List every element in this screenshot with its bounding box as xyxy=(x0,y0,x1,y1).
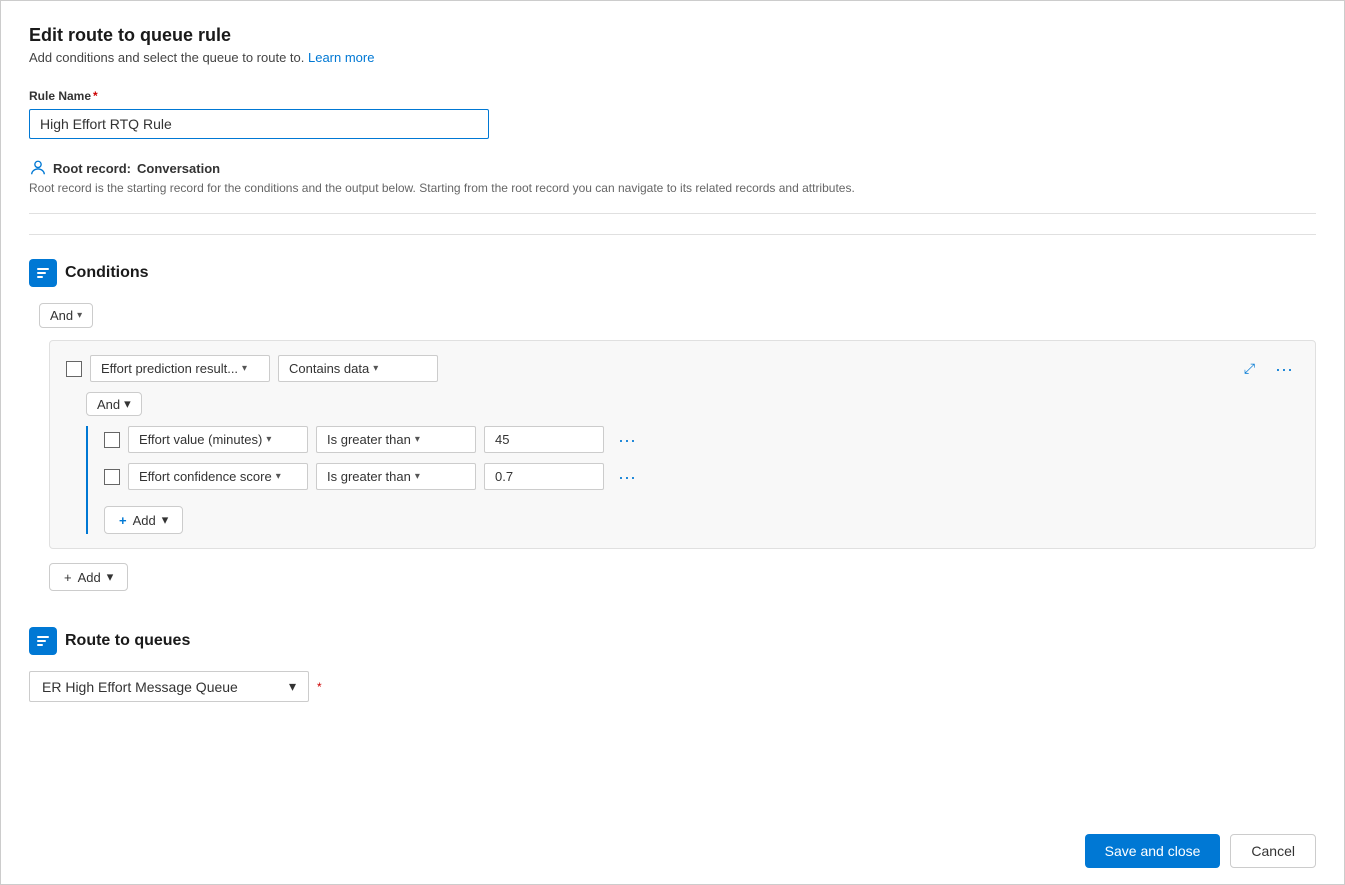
inner-conditions: Effort value (minutes) ▾ Is greater than… xyxy=(86,426,1299,534)
field2-chevron-icon: ▾ xyxy=(266,434,271,445)
route-to-queues-section: Route to queues ER High Effort Message Q… xyxy=(29,627,1316,702)
queue-chevron-icon: ▾ xyxy=(289,678,296,695)
required-star: * xyxy=(93,89,98,103)
field3-chevron-icon: ▾ xyxy=(276,471,281,482)
condition3-checkbox[interactable] xyxy=(104,469,120,485)
condition1-field-dropdown[interactable]: Effort prediction result... ▾ xyxy=(90,355,270,382)
outer-add-plus-icon: + xyxy=(64,570,72,585)
route-icon xyxy=(35,633,51,649)
condition2-operator-dropdown[interactable]: Is greater than ▾ xyxy=(316,426,476,453)
root-record-label: Root record: xyxy=(53,161,131,176)
inner-group: And ▾ Effort value (minutes) ▾ Is greate… xyxy=(86,392,1299,534)
conditions-area: And ▾ Effort prediction result... ▾ Cont… xyxy=(29,303,1316,591)
condition-row-3: Effort confidence score ▾ Is greater tha… xyxy=(104,463,1299,490)
learn-more-link[interactable]: Learn more xyxy=(308,50,374,65)
route-section-title: Route to queues xyxy=(65,632,190,650)
queue-required-star: * xyxy=(317,680,322,694)
root-record-entity: Conversation xyxy=(137,161,220,176)
inner-and-chevron-icon: ▾ xyxy=(124,396,131,412)
op2-chevron-icon: ▾ xyxy=(415,434,420,445)
rule-name-field: Rule Name* xyxy=(29,89,1316,139)
more-options-button-2[interactable]: ··· xyxy=(612,431,642,449)
field1-chevron-icon: ▾ xyxy=(242,363,247,374)
condition2-field-dropdown[interactable]: Effort value (minutes) ▾ xyxy=(128,426,308,453)
cancel-button[interactable]: Cancel xyxy=(1230,834,1316,868)
divider xyxy=(29,234,1316,235)
route-icon-box xyxy=(29,627,57,655)
condition-row-1: Effort prediction result... ▾ Contains d… xyxy=(66,355,1299,382)
condition2-checkbox[interactable] xyxy=(104,432,120,448)
inner-add-button[interactable]: + Add ▾ xyxy=(104,506,183,534)
condition2-value-input[interactable] xyxy=(484,426,604,453)
page-subtitle: Add conditions and select the queue to r… xyxy=(29,50,1316,65)
rule-name-label: Rule Name* xyxy=(29,89,1316,103)
condition3-value-input[interactable] xyxy=(484,463,604,490)
condition3-field-dropdown[interactable]: Effort confidence score ▾ xyxy=(128,463,308,490)
conditions-icon-box xyxy=(29,259,57,287)
condition3-operator-dropdown[interactable]: Is greater than ▾ xyxy=(316,463,476,490)
and-chevron-icon: ▾ xyxy=(77,310,82,321)
outer-add-button[interactable]: + Add ▾ xyxy=(49,563,128,591)
conditions-icon xyxy=(35,265,51,281)
inner-add-chevron-icon: ▾ xyxy=(162,512,169,528)
conditions-section-header: Conditions xyxy=(29,259,1316,287)
outer-add-chevron-icon: ▾ xyxy=(107,569,114,585)
page-container: Edit route to queue rule Add conditions … xyxy=(0,0,1345,885)
condition1-checkbox[interactable] xyxy=(66,361,82,377)
expand-button[interactable]: ⤢ xyxy=(1238,360,1261,377)
inner-and-button[interactable]: And ▾ xyxy=(86,392,142,416)
conditions-title: Conditions xyxy=(65,264,149,282)
person-icon xyxy=(29,159,47,177)
page-title: Edit route to queue rule xyxy=(29,25,1316,46)
root-record-section: Root record: Conversation Root record is… xyxy=(29,159,1316,214)
condition-row-2: Effort value (minutes) ▾ Is greater than… xyxy=(104,426,1299,453)
queue-dropdown[interactable]: ER High Effort Message Queue ▾ xyxy=(29,671,309,702)
save-and-close-button[interactable]: Save and close xyxy=(1085,834,1221,868)
root-record-header: Root record: Conversation xyxy=(29,159,1316,177)
subtitle-text: Add conditions and select the queue to r… xyxy=(29,50,308,65)
root-record-desc: Root record is the starting record for t… xyxy=(29,181,1316,195)
queue-selector-row: ER High Effort Message Queue ▾ * xyxy=(29,671,1316,702)
footer-actions: Save and close Cancel xyxy=(1085,834,1316,868)
route-section-header: Route to queues xyxy=(29,627,1316,655)
op1-chevron-icon: ▾ xyxy=(373,363,378,374)
rule-name-input[interactable] xyxy=(29,109,489,139)
op3-chevron-icon: ▾ xyxy=(415,471,420,482)
condition-block: Effort prediction result... ▾ Contains d… xyxy=(49,340,1316,549)
more-options-button-3[interactable]: ··· xyxy=(612,468,642,486)
more-options-button-1[interactable]: ··· xyxy=(1269,360,1299,378)
inner-add-plus-icon: + xyxy=(119,513,127,528)
and-group-button[interactable]: And ▾ xyxy=(39,303,93,328)
condition1-operator-dropdown[interactable]: Contains data ▾ xyxy=(278,355,438,382)
